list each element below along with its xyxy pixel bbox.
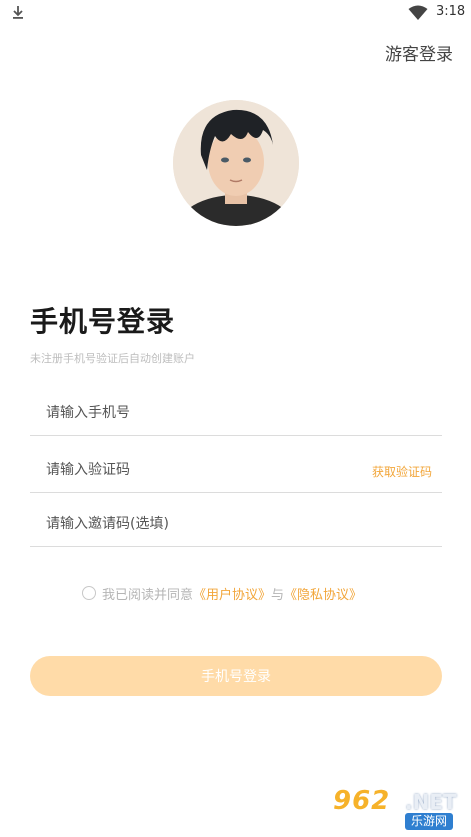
watermark: 962 .NET 乐游网 bbox=[333, 786, 467, 832]
phone-field-row bbox=[30, 392, 442, 436]
agreement-checkbox[interactable] bbox=[82, 586, 96, 600]
user-agreement-link[interactable]: 《用户协议》 bbox=[193, 584, 271, 603]
agreement-and: 与 bbox=[271, 587, 285, 603]
status-time: 3:18 bbox=[436, 4, 466, 19]
status-bar: 3:18 bbox=[0, 0, 471, 26]
agreement-row: 我已阅读并同意 《用户协议》 与 《隐私协议》 bbox=[82, 584, 362, 603]
watermark-net: .NET bbox=[405, 790, 457, 814]
wifi-icon bbox=[408, 5, 428, 20]
guest-login-button[interactable]: 游客登录 bbox=[385, 40, 453, 65]
privacy-agreement-link[interactable]: 《隐私协议》 bbox=[284, 584, 362, 603]
invite-field-row bbox=[30, 503, 442, 547]
login-screen: 3:18 游客登录 手机号登录 未注册手机号验证后自动创建账户 获取验证码 我已… bbox=[0, 0, 471, 837]
avatar bbox=[173, 100, 299, 226]
phone-input[interactable] bbox=[46, 398, 346, 428]
code-input[interactable] bbox=[46, 455, 346, 485]
download-icon bbox=[13, 6, 23, 19]
watermark-number: 962 bbox=[333, 786, 391, 816]
phone-login-button[interactable]: 手机号登录 bbox=[30, 656, 442, 696]
page-title: 手机号登录 bbox=[30, 305, 176, 338]
code-field-row: 获取验证码 bbox=[30, 449, 442, 493]
watermark-site: 乐游网 bbox=[405, 813, 454, 830]
agreement-prefix: 我已阅读并同意 bbox=[102, 587, 194, 603]
get-code-button[interactable]: 获取验证码 bbox=[372, 463, 432, 480]
page-subtitle: 未注册手机号验证后自动创建账户 bbox=[30, 352, 195, 365]
invite-input[interactable] bbox=[46, 509, 346, 539]
